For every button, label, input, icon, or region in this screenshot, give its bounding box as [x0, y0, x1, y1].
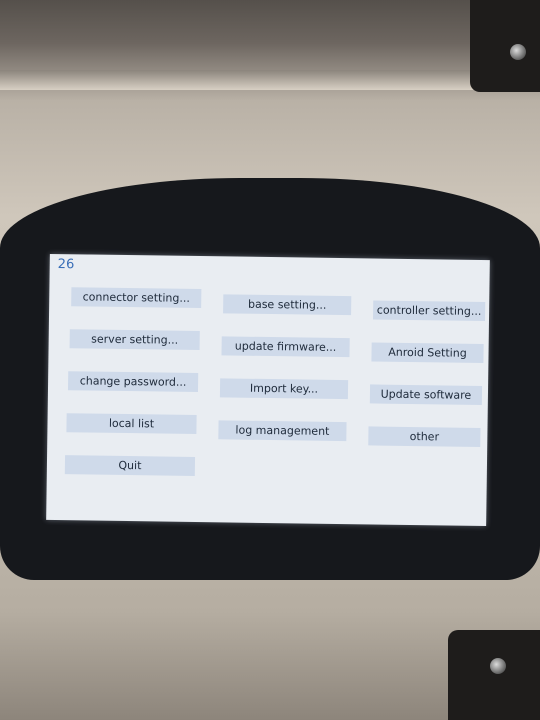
screw-icon — [490, 658, 506, 674]
screw-icon — [510, 44, 526, 60]
import-key-button[interactable]: Import key... — [219, 378, 349, 400]
screen-number: 26 — [57, 257, 75, 273]
change-password-button[interactable]: change password... — [67, 371, 199, 393]
mounting-bracket-top — [470, 0, 540, 92]
log-management-button[interactable]: log management — [218, 420, 347, 442]
controller-setting-button[interactable]: controller setting... — [372, 300, 486, 322]
android-setting-button[interactable]: Anroid Setting — [371, 342, 484, 364]
other-button[interactable]: other — [368, 426, 481, 447]
housing-panel-edge — [0, 70, 520, 90]
server-setting-button[interactable]: server setting... — [69, 329, 200, 351]
connector-setting-button[interactable]: connector setting... — [71, 287, 202, 309]
touch-screen: 26 connector setting... base setting... … — [46, 253, 490, 527]
base-setting-button[interactable]: base setting... — [223, 294, 352, 316]
quit-button[interactable]: Quit — [64, 455, 196, 476]
update-software-button[interactable]: Update software — [369, 384, 483, 405]
update-firmware-button[interactable]: update firmware... — [221, 336, 350, 358]
mounting-bracket-bottom — [448, 630, 540, 720]
local-list-button[interactable]: local list — [66, 413, 197, 435]
